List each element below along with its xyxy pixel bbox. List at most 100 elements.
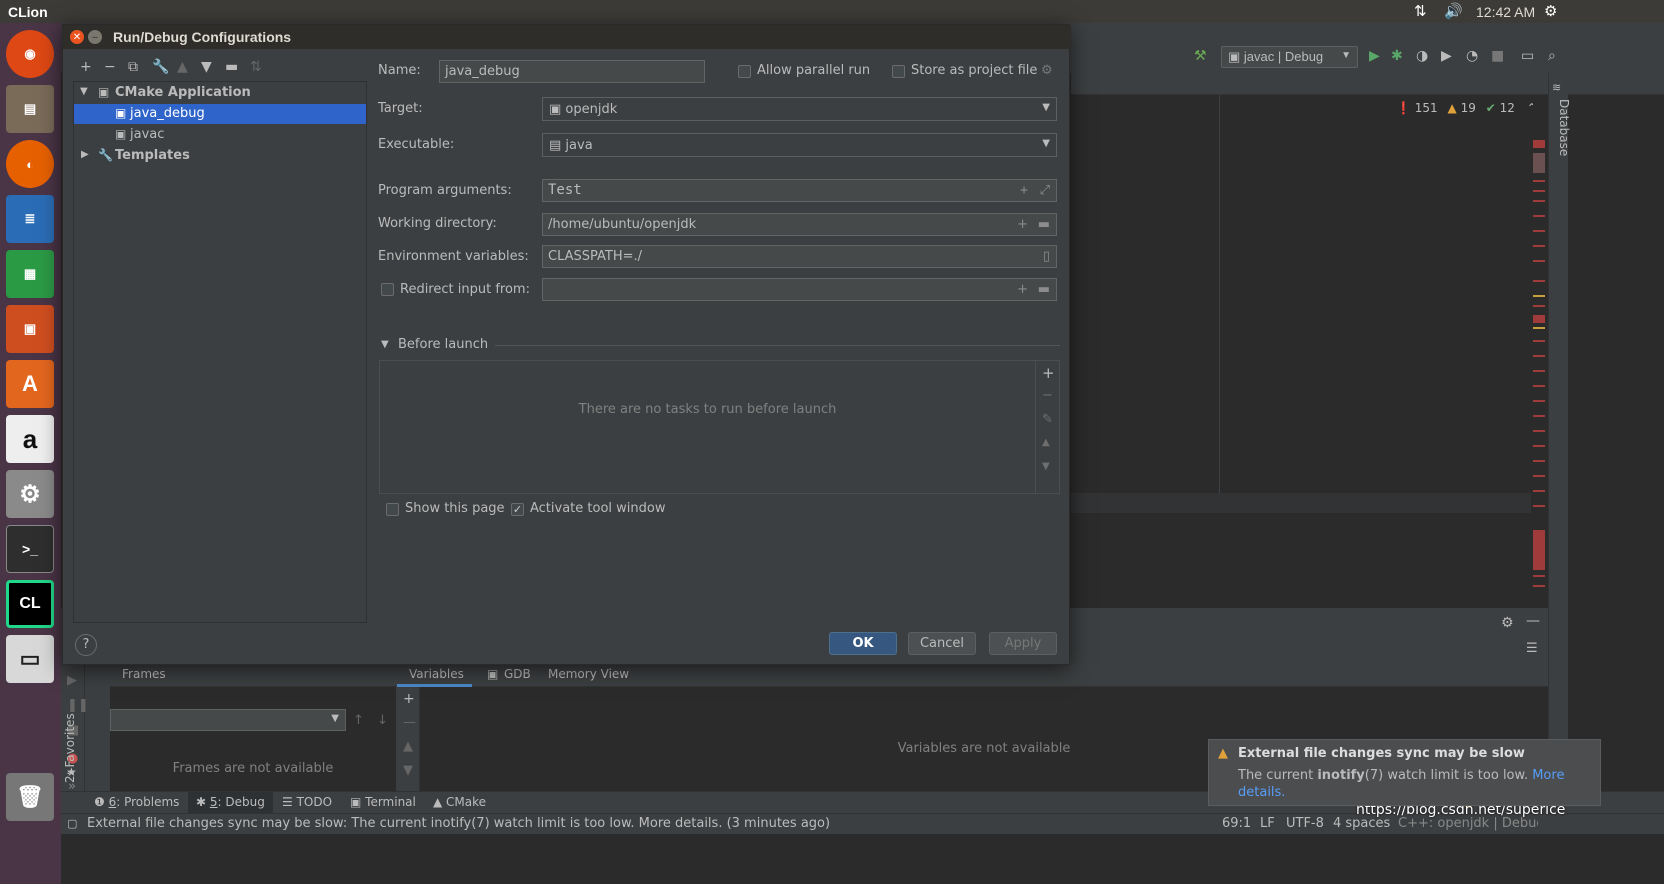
target-combo[interactable]: ▣ openjdk ▼ [542, 97, 1057, 121]
restore-layout-icon[interactable]: ☰ [1526, 641, 1538, 656]
error-mark[interactable] [1533, 280, 1545, 282]
folder-icon[interactable]: ▬ [1038, 282, 1050, 297]
cancel-button[interactable]: Cancel [908, 632, 976, 655]
error-mark[interactable] [1533, 430, 1545, 432]
redirect-input-field[interactable]: + ▬ [542, 278, 1057, 301]
error-stripe[interactable] [1533, 95, 1548, 600]
remove-config-icon[interactable]: − [104, 59, 116, 75]
move-task-down-icon[interactable]: ▼ [1042, 461, 1050, 472]
save-icon[interactable]: ▭ [6, 635, 54, 683]
build-hammer-icon[interactable]: ⚒ [1194, 48, 1207, 64]
remove-task-icon[interactable]: − [1042, 388, 1053, 403]
notification-balloon[interactable]: ▲ External file changes sync may be slow… [1208, 739, 1601, 806]
database-tab[interactable]: Database [1549, 99, 1571, 156]
volume-icon[interactable]: 🔊 [1444, 2, 1463, 20]
copy-config-icon[interactable]: ⧉ [128, 59, 138, 75]
help-button[interactable]: ? [75, 634, 97, 656]
error-mark[interactable] [1533, 400, 1545, 402]
error-mark[interactable] [1533, 200, 1545, 202]
tree-group-cmake[interactable]: ▼ ▣ CMake Application [74, 83, 366, 103]
env-vars-input[interactable]: CLASSPATH=./ ▯ [542, 245, 1057, 268]
program-args-input[interactable]: Test + ⤢ [542, 179, 1057, 202]
tab-problems[interactable]: ❶ 6: Problems [94, 795, 179, 809]
error-mark[interactable] [1533, 575, 1545, 577]
insert-macro-icon[interactable]: + [1017, 217, 1028, 232]
software-center-icon[interactable]: A [6, 360, 54, 408]
error-mark[interactable] [1533, 245, 1545, 247]
error-mark[interactable] [1533, 153, 1545, 173]
move-down-icon[interactable]: ▼ [201, 59, 212, 75]
stop-icon[interactable]: ■ [1491, 48, 1504, 64]
error-mark[interactable] [1533, 190, 1545, 192]
attach-icon[interactable]: ◔ [1466, 48, 1478, 64]
trash-icon[interactable]: 🗑 [6, 773, 54, 821]
edit-defaults-icon[interactable]: 🔧 [152, 59, 169, 75]
amazon-icon[interactable]: a [6, 415, 54, 463]
error-mark[interactable] [1533, 215, 1545, 217]
name-input[interactable]: java_debug [439, 60, 705, 83]
coverage-icon[interactable]: ◑ [1416, 48, 1428, 64]
error-mark[interactable] [1533, 370, 1545, 372]
minimize-icon[interactable]: – [88, 30, 102, 44]
error-mark[interactable] [1533, 305, 1545, 307]
tab-cmake[interactable]: ▲ CMake [433, 795, 486, 809]
up-arrow-icon[interactable]: ↑ [353, 713, 364, 728]
chevron-down-icon[interactable]: ▼ [80, 86, 88, 97]
executable-combo[interactable]: ▤ java ▼ [542, 133, 1057, 157]
tab-terminal[interactable]: ▣ Terminal [350, 795, 416, 809]
files-icon[interactable]: ▤ [6, 85, 54, 133]
insert-macro-icon[interactable]: + [1017, 282, 1028, 297]
clock[interactable]: 12:42 AM [1476, 4, 1535, 20]
search-icon[interactable]: ⌕ [1548, 48, 1556, 64]
resolve-context[interactable]: C++: openjdk | Debug [1398, 816, 1538, 831]
run-config-combo[interactable]: ▣ javac | Debug ▼ [1221, 46, 1358, 68]
browse-env-icon[interactable]: ▯ [1043, 249, 1050, 264]
error-mark[interactable] [1533, 585, 1545, 587]
warning-mark[interactable] [1533, 295, 1545, 297]
error-mark[interactable] [1533, 530, 1545, 570]
tab-gdb[interactable]: GDB [504, 667, 531, 681]
working-dir-input[interactable]: /home/ubuntu/openjdk + ▬ [542, 213, 1057, 236]
move-task-up-icon[interactable]: ▲ [1042, 437, 1050, 448]
minimize-icon[interactable]: — [1526, 613, 1540, 629]
run-icon[interactable]: ▶ [1369, 48, 1380, 64]
activate-tool-checkbox[interactable]: ✓ [511, 503, 524, 516]
add-task-icon[interactable]: + [1042, 364, 1055, 382]
writer-icon[interactable]: ≣ [6, 195, 54, 243]
close-icon[interactable]: ✕ [70, 30, 84, 44]
folder-icon[interactable]: ▬ [1038, 217, 1050, 232]
tab-debug[interactable]: ✱ 5: Debug [188, 792, 273, 814]
tree-group-templates[interactable]: ▶ 🔧 Templates [74, 146, 366, 166]
file-encoding[interactable]: UTF-8 [1286, 816, 1324, 831]
show-page-checkbox[interactable] [386, 503, 399, 516]
sort-icon[interactable]: ⇅ [250, 59, 262, 75]
error-mark[interactable] [1533, 385, 1545, 387]
tab-todo[interactable]: ☰ TODO [282, 795, 332, 809]
terminal-icon[interactable]: >_ [6, 525, 54, 573]
add-config-icon[interactable]: + [80, 59, 92, 75]
layout-icon[interactable]: ▭ [1521, 48, 1534, 64]
error-mark[interactable] [1533, 140, 1545, 148]
caret-position[interactable]: 69:1 [1222, 816, 1251, 831]
error-mark[interactable] [1533, 475, 1545, 477]
error-mark[interactable] [1533, 340, 1545, 342]
system-gear-icon[interactable]: ⚙ [1544, 2, 1557, 20]
edit-task-icon[interactable]: ✎ [1042, 412, 1053, 427]
error-mark[interactable] [1533, 460, 1545, 462]
remove-watch-icon[interactable]: — [403, 715, 416, 730]
ubuntu-icon[interactable]: ◉ [6, 30, 54, 78]
indent[interactable]: 4 spaces [1333, 816, 1390, 831]
tree-item-java-debug[interactable]: ▣ java_debug [74, 104, 366, 124]
insert-macro-icon[interactable]: + [1020, 183, 1028, 198]
error-mark[interactable] [1533, 315, 1545, 323]
settings-icon[interactable]: ⚙ [6, 470, 54, 518]
line-separator[interactable]: LF [1260, 816, 1275, 831]
error-mark[interactable] [1533, 180, 1545, 182]
tree-item-javac[interactable]: ▣ javac [74, 125, 366, 145]
error-mark[interactable] [1533, 445, 1545, 447]
allow-parallel-checkbox[interactable] [738, 65, 751, 78]
move-up-icon[interactable]: ▲ [403, 739, 413, 754]
new-folder-icon[interactable]: ▬ [225, 59, 238, 75]
chevron-right-icon[interactable]: ▶ [81, 149, 89, 160]
apply-button[interactable]: Apply [989, 632, 1057, 655]
